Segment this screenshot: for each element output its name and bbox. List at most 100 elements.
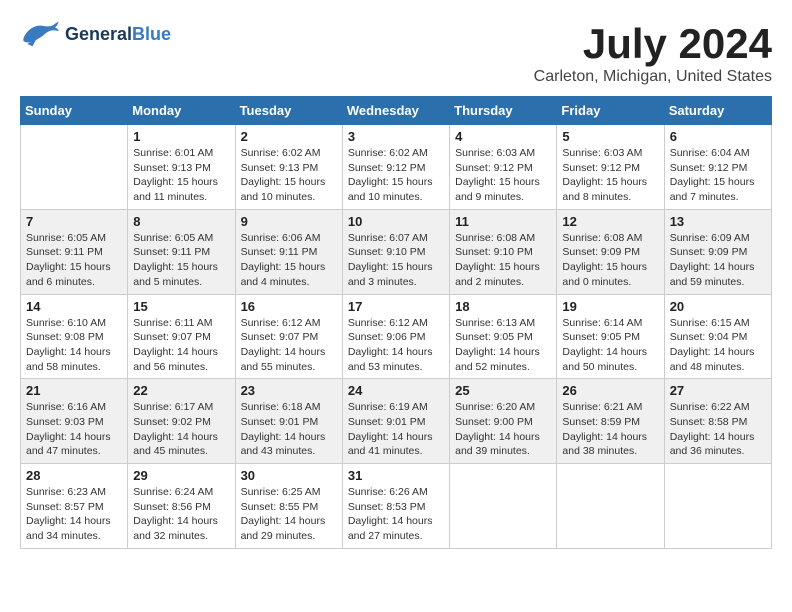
calendar-cell: 7 Sunrise: 6:05 AMSunset: 9:11 PMDaylight…	[21, 209, 128, 294]
calendar-cell: 8Sunrise: 6:05 AMSunset: 9:11 PMDaylight…	[128, 209, 235, 294]
calendar-cell: 17Sunrise: 6:12 AMSunset: 9:06 PMDayligh…	[342, 294, 449, 379]
calendar-cell: 22Sunrise: 6:17 AMSunset: 9:02 PMDayligh…	[128, 379, 235, 464]
day-number: 20	[670, 299, 766, 314]
calendar-cell: 19 Sunrise: 6:14 AMSunset: 9:05 PMDayligh…	[557, 294, 664, 379]
day-number: 18	[455, 299, 551, 314]
day-number: 5	[562, 129, 658, 144]
calendar-cell: 27 Sunrise: 6:22 AMSunset: 8:58 PMDayligh…	[664, 379, 771, 464]
day-number: 23	[241, 383, 337, 398]
day-info: Sunrise: 6:19 AMSunset: 9:01 PMDaylight:…	[348, 400, 444, 459]
day-number: 7	[26, 214, 122, 229]
calendar-cell: 4 Sunrise: 6:03 AMSunset: 9:12 PMDaylight…	[450, 125, 557, 210]
day-info: Sunrise: 6:23 AMSunset: 8:57 PMDaylight:…	[26, 485, 122, 544]
calendar-cell	[557, 464, 664, 549]
day-info: Sunrise: 6:07 AMSunset: 9:10 PMDaylight:…	[348, 231, 444, 290]
calendar-cell: 30 Sunrise: 6:25 AMSunset: 8:55 PMDayligh…	[235, 464, 342, 549]
weekday-header-wednesday: Wednesday	[342, 97, 449, 125]
calendar-cell: 31Sunrise: 6:26 AMSunset: 8:53 PMDayligh…	[342, 464, 449, 549]
calendar-cell: 11Sunrise: 6:08 AMSunset: 9:10 PMDayligh…	[450, 209, 557, 294]
day-number: 24	[348, 383, 444, 398]
day-number: 22	[133, 383, 229, 398]
day-number: 14	[26, 299, 122, 314]
day-info: Sunrise: 6:15 AMSunset: 9:04 PMDaylight:…	[670, 316, 766, 375]
calendar-cell: 5 Sunrise: 6:03 AMSunset: 9:12 PMDaylight…	[557, 125, 664, 210]
calendar-cell	[21, 125, 128, 210]
day-number: 19	[562, 299, 658, 314]
day-number: 3	[348, 129, 444, 144]
logo: GeneralBlue	[20, 20, 171, 50]
calendar-cell: 1 Sunrise: 6:01 AMSunset: 9:13 PMDaylight…	[128, 125, 235, 210]
calendar-cell: 24 Sunrise: 6:19 AMSunset: 9:01 PMDayligh…	[342, 379, 449, 464]
day-info: Sunrise: 6:11 AMSunset: 9:07 PMDaylight:…	[133, 316, 229, 375]
day-info: Sunrise: 6:16 AMSunset: 9:03 PMDaylight:…	[26, 400, 122, 459]
day-number: 2	[241, 129, 337, 144]
logo-text: GeneralBlue	[65, 25, 171, 45]
calendar-cell: 25 Sunrise: 6:20 AMSunset: 9:00 PMDayligh…	[450, 379, 557, 464]
day-number: 12	[562, 214, 658, 229]
day-info: Sunrise: 6:04 AMSunset: 9:12 PMDaylight:…	[670, 146, 766, 205]
day-info: Sunrise: 6:21 AMSunset: 8:59 PMDaylight:…	[562, 400, 658, 459]
day-info: Sunrise: 6:06 AMSunset: 9:11 PMDaylight:…	[241, 231, 337, 290]
day-info: Sunrise: 6:05 AMSunset: 9:11 PMDaylight:…	[26, 231, 122, 290]
day-info: Sunrise: 6:02 AMSunset: 9:12 PMDaylight:…	[348, 146, 444, 205]
weekday-header-sunday: Sunday	[21, 97, 128, 125]
location-title: Carleton, Michigan, United States	[534, 68, 772, 86]
weekday-header-thursday: Thursday	[450, 97, 557, 125]
day-number: 28	[26, 468, 122, 483]
page-header: GeneralBlue July 2024 Carleton, Michigan…	[20, 20, 772, 86]
day-number: 6	[670, 129, 766, 144]
calendar-cell: 13 Sunrise: 6:09 AMSunset: 9:09 PMDayligh…	[664, 209, 771, 294]
day-number: 15	[133, 299, 229, 314]
calendar-cell: 18 Sunrise: 6:13 AMSunset: 9:05 PMDayligh…	[450, 294, 557, 379]
day-number: 13	[670, 214, 766, 229]
day-number: 25	[455, 383, 551, 398]
calendar-cell: 29Sunrise: 6:24 AMSunset: 8:56 PMDayligh…	[128, 464, 235, 549]
day-info: Sunrise: 6:12 AMSunset: 9:06 PMDaylight:…	[348, 316, 444, 375]
day-info: Sunrise: 6:25 AMSunset: 8:55 PMDaylight:…	[241, 485, 337, 544]
month-title: July 2024	[534, 20, 772, 68]
day-number: 9	[241, 214, 337, 229]
day-number: 29	[133, 468, 229, 483]
weekday-header-tuesday: Tuesday	[235, 97, 342, 125]
weekday-header-monday: Monday	[128, 97, 235, 125]
day-number: 26	[562, 383, 658, 398]
day-info: Sunrise: 6:05 AMSunset: 9:11 PMDaylight:…	[133, 231, 229, 290]
day-number: 27	[670, 383, 766, 398]
day-info: Sunrise: 6:20 AMSunset: 9:00 PMDaylight:…	[455, 400, 551, 459]
calendar-week-row: 14 Sunrise: 6:10 AMSunset: 9:08 PMDayligh…	[21, 294, 772, 379]
calendar-cell: 12 Sunrise: 6:08 AMSunset: 9:09 PMDayligh…	[557, 209, 664, 294]
day-info: Sunrise: 6:09 AMSunset: 9:09 PMDaylight:…	[670, 231, 766, 290]
day-info: Sunrise: 6:12 AMSunset: 9:07 PMDaylight:…	[241, 316, 337, 375]
day-info: Sunrise: 6:03 AMSunset: 9:12 PMDaylight:…	[455, 146, 551, 205]
day-info: Sunrise: 6:22 AMSunset: 8:58 PMDaylight:…	[670, 400, 766, 459]
title-section: July 2024 Carleton, Michigan, United Sta…	[534, 20, 772, 86]
day-info: Sunrise: 6:03 AMSunset: 9:12 PMDaylight:…	[562, 146, 658, 205]
day-info: Sunrise: 6:13 AMSunset: 9:05 PMDaylight:…	[455, 316, 551, 375]
calendar-cell: 16 Sunrise: 6:12 AMSunset: 9:07 PMDayligh…	[235, 294, 342, 379]
calendar-header-row: SundayMondayTuesdayWednesdayThursdayFrid…	[21, 97, 772, 125]
logo-icon	[20, 20, 60, 50]
day-info: Sunrise: 6:10 AMSunset: 9:08 PMDaylight:…	[26, 316, 122, 375]
day-number: 10	[348, 214, 444, 229]
day-number: 1	[133, 129, 229, 144]
day-info: Sunrise: 6:08 AMSunset: 9:10 PMDaylight:…	[455, 231, 551, 290]
calendar-week-row: 21Sunrise: 6:16 AMSunset: 9:03 PMDayligh…	[21, 379, 772, 464]
calendar-cell: 21Sunrise: 6:16 AMSunset: 9:03 PMDayligh…	[21, 379, 128, 464]
calendar-cell: 14 Sunrise: 6:10 AMSunset: 9:08 PMDayligh…	[21, 294, 128, 379]
calendar-week-row: 1 Sunrise: 6:01 AMSunset: 9:13 PMDaylight…	[21, 125, 772, 210]
day-info: Sunrise: 6:18 AMSunset: 9:01 PMDaylight:…	[241, 400, 337, 459]
calendar-cell: 20 Sunrise: 6:15 AMSunset: 9:04 PMDayligh…	[664, 294, 771, 379]
calendar-cell	[664, 464, 771, 549]
weekday-header-friday: Friday	[557, 97, 664, 125]
day-number: 16	[241, 299, 337, 314]
day-number: 30	[241, 468, 337, 483]
day-info: Sunrise: 6:14 AMSunset: 9:05 PMDaylight:…	[562, 316, 658, 375]
day-info: Sunrise: 6:01 AMSunset: 9:13 PMDaylight:…	[133, 146, 229, 205]
calendar-cell: 15 Sunrise: 6:11 AMSunset: 9:07 PMDayligh…	[128, 294, 235, 379]
day-number: 4	[455, 129, 551, 144]
logo-text-container: GeneralBlue	[65, 25, 171, 45]
weekday-header-saturday: Saturday	[664, 97, 771, 125]
calendar-cell: 10 Sunrise: 6:07 AMSunset: 9:10 PMDayligh…	[342, 209, 449, 294]
day-info: Sunrise: 6:08 AMSunset: 9:09 PMDaylight:…	[562, 231, 658, 290]
calendar-cell	[450, 464, 557, 549]
